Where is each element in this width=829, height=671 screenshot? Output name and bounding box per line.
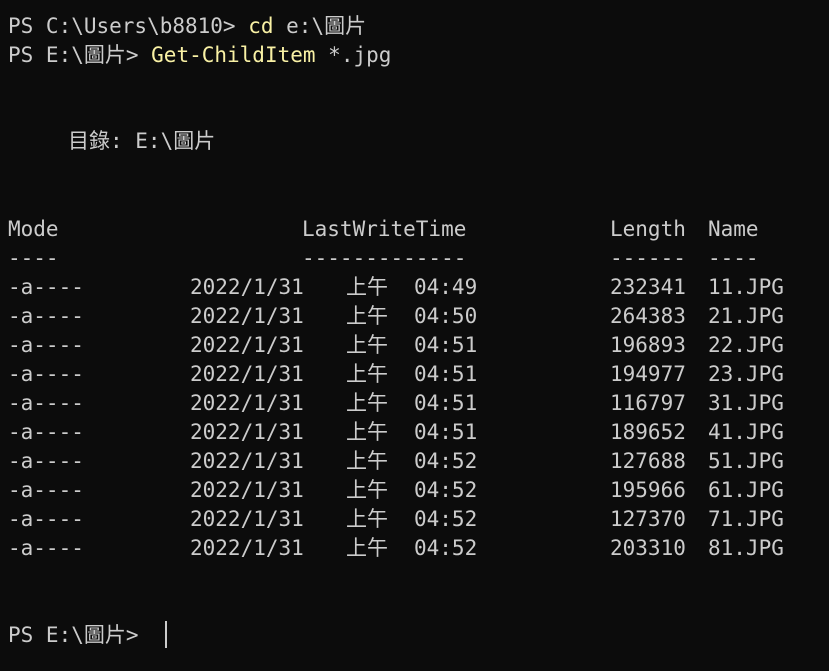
cell-ampm: 上午 (346, 420, 388, 444)
cell-name: 81.JPG (708, 536, 784, 560)
cell-date: 2022/1/31 (190, 391, 304, 415)
cell-time: 04:51 (414, 391, 478, 415)
prompt-line-1: PS C:\Users\b8810> cd e:\圖片 (8, 12, 366, 41)
cell-length: 194977 (610, 362, 686, 386)
cell-ampm: 上午 (346, 391, 388, 415)
table-separator: ---- ------------- ------ ---- (8, 244, 808, 273)
cell-name: 31.JPG (708, 391, 784, 415)
cell-length: 232341 (610, 275, 686, 299)
cell-name: 21.JPG (708, 304, 784, 328)
cell-name: 71.JPG (708, 507, 784, 531)
cell-date: 2022/1/31 (190, 333, 304, 357)
cell-mode: -a---- (8, 275, 84, 299)
cell-mode: -a---- (8, 449, 84, 473)
cell-name: 11.JPG (708, 275, 784, 299)
table-row: -a---- 2022/1/31 上午 04:51 194977 23.JPG (8, 360, 808, 389)
separator-lastwritetime: ------------- (302, 246, 467, 270)
cell-time: 04:49 (414, 275, 478, 299)
header-lastwritetime: LastWriteTime (302, 217, 467, 241)
cell-time: 04:52 (414, 507, 478, 531)
cell-time: 04:50 (414, 304, 478, 328)
cell-date: 2022/1/31 (190, 449, 304, 473)
cell-ampm: 上午 (346, 536, 388, 560)
table-row: -a---- 2022/1/31 上午 04:52 127688 51.JPG (8, 447, 808, 476)
cell-date: 2022/1/31 (190, 478, 304, 502)
table-row: -a---- 2022/1/31 上午 04:51 189652 41.JPG (8, 418, 808, 447)
cell-name: 22.JPG (708, 333, 784, 357)
cell-ampm: 上午 (346, 275, 388, 299)
separator-length: ------ (610, 246, 686, 270)
prompt-path: PS E:\圖片> (8, 623, 152, 647)
cell-name: 23.JPG (708, 362, 784, 386)
cell-date: 2022/1/31 (190, 507, 304, 531)
cell-name: 61.JPG (708, 478, 784, 502)
cell-date: 2022/1/31 (190, 362, 304, 386)
cell-length: 127688 (610, 449, 686, 473)
cell-ampm: 上午 (346, 333, 388, 357)
cell-time: 04:51 (414, 420, 478, 444)
table-row: -a---- 2022/1/31 上午 04:52 203310 81.JPG (8, 534, 808, 563)
cell-mode: -a---- (8, 507, 84, 531)
cell-length: 116797 (610, 391, 686, 415)
header-mode: Mode (8, 217, 59, 241)
cell-length: 195966 (610, 478, 686, 502)
cell-length: 189652 (610, 420, 686, 444)
cell-time: 04:51 (414, 362, 478, 386)
prompt-path: PS C:\Users\b8810> (8, 14, 249, 38)
cell-ampm: 上午 (346, 478, 388, 502)
cell-time: 04:51 (414, 333, 478, 357)
cell-mode: -a---- (8, 478, 84, 502)
prompt-path: PS E:\圖片> (8, 43, 152, 67)
cell-ampm: 上午 (346, 449, 388, 473)
cell-mode: -a---- (8, 420, 84, 444)
table-row: -a---- 2022/1/31 上午 04:51 196893 22.JPG (8, 331, 808, 360)
prompt-line-2: PS E:\圖片> Get-ChildItem *.jpg (8, 41, 391, 70)
prompt-line-3[interactable]: PS E:\圖片> (8, 621, 168, 650)
cell-ampm: 上午 (346, 362, 388, 386)
table-row: -a---- 2022/1/31 上午 04:51 116797 31.JPG (8, 389, 808, 418)
cell-mode: -a---- (8, 391, 84, 415)
cell-mode: -a---- (8, 536, 84, 560)
cell-mode: -a---- (8, 304, 84, 328)
cell-length: 196893 (610, 333, 686, 357)
cell-length: 264383 (610, 304, 686, 328)
separator-name: ---- (708, 246, 759, 270)
table-row: -a---- 2022/1/31 上午 04:52 195966 61.JPG (8, 476, 808, 505)
separator-mode: ---- (8, 246, 59, 270)
cell-time: 04:52 (414, 536, 478, 560)
cell-mode: -a---- (8, 333, 84, 357)
command-get-childitem: Get-ChildItem (151, 43, 316, 67)
cell-time: 04:52 (414, 478, 478, 502)
cell-date: 2022/1/31 (190, 536, 304, 560)
cell-date: 2022/1/31 (190, 304, 304, 328)
cell-name: 51.JPG (708, 449, 784, 473)
cell-ampm: 上午 (346, 507, 388, 531)
cell-date: 2022/1/31 (190, 275, 304, 299)
header-length: Length (610, 217, 686, 241)
table-row: -a---- 2022/1/31 上午 04:50 264383 21.JPG (8, 302, 808, 331)
cell-date: 2022/1/31 (190, 420, 304, 444)
table-header: Mode LastWriteTime Length Name (8, 215, 808, 244)
cell-length: 127370 (610, 507, 686, 531)
terminal-window[interactable]: PS C:\Users\b8810> cd e:\圖片 PS E:\圖片> Ge… (0, 0, 829, 671)
table-row: -a---- 2022/1/31 上午 04:49 232341 11.JPG (8, 273, 808, 302)
directory-label: 目錄: E:\圖片 (68, 129, 216, 153)
command-cd: cd (248, 14, 274, 38)
table-row: -a---- 2022/1/31 上午 04:52 127370 71.JPG (8, 505, 808, 534)
text-cursor (165, 621, 168, 648)
cell-ampm: 上午 (346, 304, 388, 328)
cell-length: 203310 (610, 536, 686, 560)
cell-time: 04:52 (414, 449, 478, 473)
header-name: Name (708, 217, 759, 241)
cell-name: 41.JPG (708, 420, 784, 444)
command-args: *.jpg (315, 43, 392, 67)
cell-mode: -a---- (8, 362, 84, 386)
command-args: e:\圖片 (273, 14, 367, 38)
